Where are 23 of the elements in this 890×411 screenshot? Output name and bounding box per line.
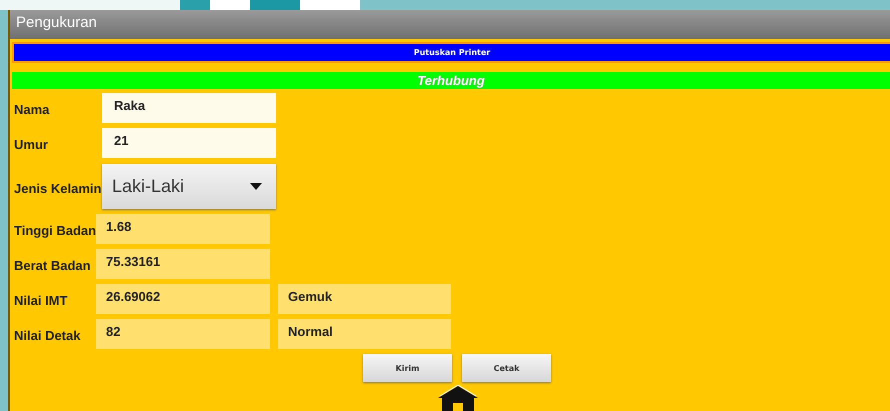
gender-dropdown[interactable]: Laki-Laki — [102, 164, 276, 209]
field-label: Jenis Kelamin — [13, 181, 102, 198]
value-field: 1.68 — [96, 214, 270, 244]
input-field[interactable]: 21 — [102, 128, 276, 158]
value-field: 75.33161 — [96, 249, 270, 279]
field-label: Nilai Detak — [13, 328, 82, 345]
action-button[interactable]: Cetak — [462, 354, 551, 382]
input-field[interactable]: Raka — [102, 93, 276, 123]
value-field: 26.69062 — [96, 284, 270, 314]
window-title: Pengukuran — [10, 10, 890, 39]
home-icon[interactable] — [437, 385, 479, 411]
category-field: Normal — [278, 319, 451, 349]
field-label: Nama — [13, 102, 50, 119]
field-label: Nilai IMT — [13, 293, 68, 310]
connection-status: Terhubung — [12, 72, 890, 89]
value-field: 82 — [96, 319, 270, 349]
field-label: Umur — [13, 137, 49, 154]
category-field: Gemuk — [278, 284, 451, 314]
action-button[interactable]: Kirim — [363, 354, 452, 382]
field-label: Tinggi Badan — [13, 223, 96, 240]
caret-icon — [250, 183, 262, 190]
field-label: Berat Badan — [13, 258, 92, 275]
disconnect-printer-button[interactable]: Putuskan Printer — [12, 42, 890, 63]
